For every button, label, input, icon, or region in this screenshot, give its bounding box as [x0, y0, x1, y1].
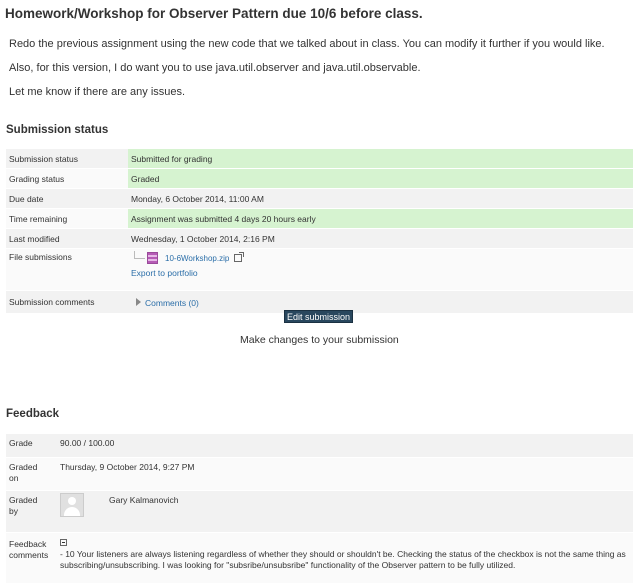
feedback-comments-label-line: comments [9, 550, 49, 560]
graded-on-label-line: on [9, 473, 19, 483]
intro-line: Also, for this version, I do want you to… [9, 62, 421, 74]
row-label: Due date [6, 188, 128, 209]
graded-by-cell: Gary Kalmanovich [57, 490, 633, 533]
row-value: Graded [128, 168, 633, 189]
graded-by-label: Graded by [6, 490, 57, 533]
comments-cell: Comments (0) [128, 290, 633, 314]
row-label: Submission comments [6, 290, 128, 314]
feedback-comment-line: subscribing/unsubscribing. I was looking… [60, 560, 516, 570]
collapse-icon[interactable] [60, 539, 67, 546]
feedback-heading: Feedback [6, 408, 60, 420]
feedback-comments-label: Feedback comments [6, 532, 57, 584]
file-submissions-cell: 10-6Workshop.zip Export to portfolio [128, 248, 633, 291]
graded-by-label-line: by [9, 506, 18, 516]
row-value: Assignment was submitted 4 days 20 hours… [128, 208, 633, 229]
table-row: Due date Monday, 6 October 2014, 11:00 A… [6, 188, 633, 209]
table-row-feedback-comments: Feedback comments - 10 Your listeners ar… [6, 532, 633, 584]
popup-icon[interactable] [234, 252, 245, 262]
row-label: File submissions [6, 248, 128, 291]
table-row-grade: Grade 90.00 / 100.00 [6, 434, 633, 458]
table-row-file-submissions: File submissions 10-6Workshop.zip Export… [6, 248, 633, 291]
row-value: Wednesday, 1 October 2014, 2:16 PM [128, 228, 633, 249]
feedback-table: Grade 90.00 / 100.00 Graded on Thursday,… [6, 434, 633, 584]
row-label: Submission status [6, 149, 128, 169]
graded-by-label-line: Graded [9, 495, 38, 505]
submission-status-table: Submission status Submitted for grading … [6, 149, 633, 314]
table-row-graded-by: Graded by Gary Kalmanovich [6, 490, 633, 533]
graded-on-value: Thursday, 9 October 2014, 9:27 PM [57, 457, 633, 491]
row-label: Last modified [6, 228, 128, 249]
table-row: Time remaining Assignment was submitted … [6, 208, 633, 229]
row-label: Time remaining [6, 208, 128, 229]
intro-line: Redo the previous assignment using the n… [9, 38, 605, 50]
table-row: Submission status Submitted for grading [6, 149, 633, 169]
table-row: Grading status Graded [6, 168, 633, 189]
page-title: Homework/Workshop for Observer Pattern d… [5, 6, 423, 21]
grader-name: Gary Kalmanovich [109, 495, 179, 505]
edit-submission-help: Make changes to your submission [240, 334, 399, 346]
tree-connector-icon [134, 251, 145, 259]
grade-label: Grade [6, 434, 57, 458]
row-value: Submitted for grading [128, 149, 633, 169]
feedback-comment-line: - 10 Your listeners are always listening… [60, 549, 626, 559]
graded-on-label-line: Graded [9, 462, 38, 472]
intro-line: Let me know if there are any issues. [9, 86, 186, 98]
expand-triangle-icon[interactable] [136, 298, 141, 307]
comments-link[interactable]: Comments (0) [145, 297, 199, 307]
table-row-graded-on: Graded on Thursday, 9 October 2014, 9:27… [6, 457, 633, 491]
user-avatar-icon[interactable] [60, 493, 84, 517]
zip-file-icon [147, 252, 158, 264]
file-entry: 10-6Workshop.zip [134, 251, 633, 264]
export-to-portfolio-link[interactable]: Export to portfolio [131, 268, 633, 278]
file-link[interactable]: 10-6Workshop.zip [165, 254, 229, 263]
grade-value: 90.00 / 100.00 [57, 434, 633, 458]
row-label: Grading status [6, 168, 128, 189]
feedback-comments-cell: - 10 Your listeners are always listening… [57, 532, 633, 584]
edit-submission-button[interactable]: Edit submission [284, 310, 354, 323]
table-row: Last modified Wednesday, 1 October 2014,… [6, 228, 633, 249]
row-value: Monday, 6 October 2014, 11:00 AM [128, 188, 633, 209]
graded-on-label: Graded on [6, 457, 57, 491]
submission-status-heading: Submission status [6, 124, 109, 136]
feedback-comments-label-line: Feedback [9, 539, 47, 549]
